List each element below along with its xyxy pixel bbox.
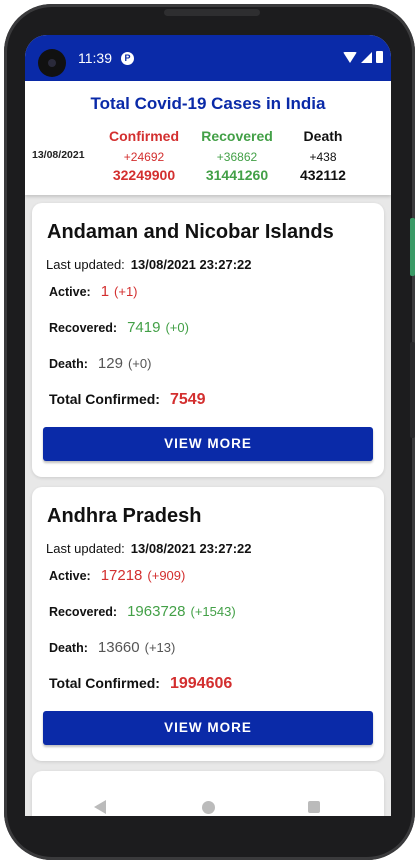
- death-label: Death:: [49, 641, 88, 655]
- death-stat: Death +438 432112: [281, 128, 365, 183]
- active-row: Active: 17218 (+909): [49, 567, 185, 584]
- summary-title: Total Covid-19 Cases in India: [90, 94, 326, 113]
- status-time: 11:39: [78, 50, 112, 66]
- active-value: 1: [100, 283, 110, 300]
- view-more-button[interactable]: VIEW MORE: [43, 427, 373, 461]
- death-delta: (+0): [127, 356, 152, 371]
- recents-icon[interactable]: [308, 801, 320, 813]
- status-bar: 11:39 P: [25, 35, 391, 81]
- state-card: Andhra Pradesh Last updated: 13/08/2021 2…: [32, 487, 384, 761]
- system-nav-bar: [25, 784, 391, 830]
- recovered-value: 7419: [127, 319, 161, 336]
- notification-app-icon: P: [121, 52, 134, 65]
- recovered-label: Recovered: [201, 128, 273, 144]
- total-confirmed-label: Total Confirmed:: [49, 391, 160, 407]
- state-name: Andaman and Nicobar Islands: [47, 221, 334, 243]
- battery-icon: [376, 51, 383, 63]
- power-button: [410, 218, 415, 276]
- confirmed-label: Confirmed: [109, 128, 179, 144]
- recovered-row: Recovered: 1963728 (+1543): [49, 603, 236, 620]
- wifi-icon: [343, 51, 357, 63]
- volume-button: [410, 342, 415, 438]
- recovered-delta: (+1543): [190, 604, 236, 619]
- recovered-stat: Recovered +36862 31441260: [195, 128, 279, 183]
- recovered-value: 1963728: [127, 603, 186, 620]
- confirmed-stat: Confirmed +24692 32249900: [102, 128, 186, 183]
- active-label: Active:: [49, 569, 91, 583]
- active-value: 17218: [100, 567, 143, 584]
- total-confirmed-row: Total Confirmed: 1994606: [49, 675, 232, 693]
- total-confirmed-label: Total Confirmed:: [49, 675, 160, 691]
- active-delta: (+909): [147, 568, 186, 583]
- confirmed-delta: +24692: [123, 150, 165, 164]
- total-confirmed-row: Total Confirmed: 7549: [49, 391, 206, 409]
- camera-icon: [38, 49, 66, 77]
- death-value: 129: [97, 355, 123, 372]
- last-updated: Last updated: 13/08/2021 23:27:22: [46, 257, 252, 272]
- active-row: Active: 1 (+1): [49, 283, 138, 300]
- death-label: Death: [303, 128, 343, 144]
- india-summary-header: Total Covid-19 Cases in India 13/08/2021…: [25, 81, 391, 195]
- last-updated-label: Last updated:: [46, 541, 125, 556]
- total-confirmed-value: 1994606: [169, 675, 233, 692]
- recovered-delta: (+0): [165, 320, 189, 335]
- recovered-total: 31441260: [205, 167, 269, 183]
- death-delta: (+13): [144, 640, 176, 655]
- total-confirmed-value: 7549: [169, 391, 206, 408]
- recovered-label: Recovered:: [49, 321, 118, 335]
- death-total: 432112: [300, 167, 346, 183]
- view-more-button[interactable]: VIEW MORE: [43, 711, 373, 745]
- speaker-grille: [164, 9, 260, 16]
- recovered-row: Recovered: 7419 (+0): [49, 319, 189, 336]
- last-updated: Last updated: 13/08/2021 23:27:22: [46, 541, 252, 556]
- active-delta: (+1): [114, 284, 138, 299]
- state-card: Andaman and Nicobar Islands Last updated…: [32, 203, 384, 477]
- confirmed-total: 32249900: [112, 167, 176, 183]
- active-label: Active:: [49, 285, 91, 299]
- last-updated-value: 13/08/2021 23:27:22: [130, 257, 252, 272]
- state-name: Andhra Pradesh: [47, 505, 202, 527]
- death-row: Death: 129 (+0): [49, 355, 151, 372]
- death-label: Death:: [49, 357, 88, 371]
- last-updated-label: Last updated:: [46, 257, 125, 272]
- signal-icon: [361, 51, 372, 63]
- app-screen: 11:39 P Total Covid-19 Cases in India 13…: [25, 35, 391, 816]
- home-icon[interactable]: [202, 801, 215, 814]
- recovered-label: Recovered:: [49, 605, 118, 619]
- recovered-delta: +36862: [216, 150, 258, 164]
- summary-date: 13/08/2021: [32, 149, 85, 161]
- death-delta: +438: [309, 150, 337, 164]
- status-icons: [343, 51, 383, 63]
- last-updated-value: 13/08/2021 23:27:22: [130, 541, 252, 556]
- back-icon[interactable]: [94, 800, 106, 814]
- death-row: Death: 13660 (+13): [49, 639, 175, 656]
- death-value: 13660: [97, 639, 140, 656]
